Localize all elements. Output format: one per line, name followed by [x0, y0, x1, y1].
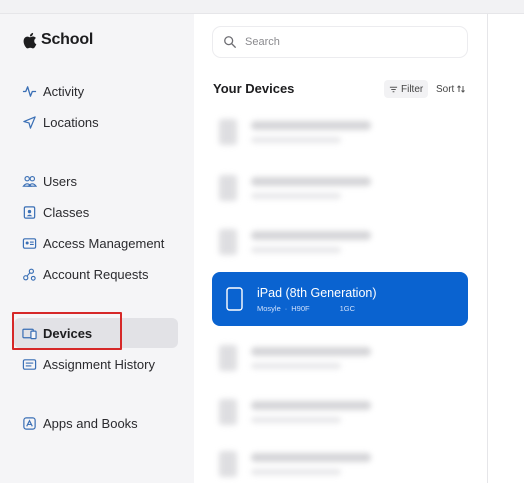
- sidebar-item-label: Classes: [43, 204, 90, 220]
- sort-label: Sort: [436, 83, 455, 95]
- detail-panel: [489, 14, 524, 483]
- sidebar-item-label: Activity: [43, 83, 85, 99]
- sidebar-item-label: Devices: [43, 325, 93, 341]
- blurred-text: [251, 121, 371, 143]
- location-arrow-icon: [20, 113, 38, 131]
- blurred-text: [251, 231, 371, 253]
- sidebar-item-classes[interactable]: Classes: [14, 197, 178, 227]
- sidebar-item-users[interactable]: Users: [14, 166, 178, 196]
- search-field[interactable]: [212, 26, 468, 58]
- search-input[interactable]: [245, 36, 445, 48]
- device-meta: Mosyle · H90F 1GC: [257, 304, 377, 313]
- apple-logo-icon: [23, 32, 37, 48]
- device-list-item[interactable]: [213, 332, 468, 384]
- classes-icon: [20, 203, 38, 221]
- brand: School: [22, 31, 93, 49]
- device-thumbnail: [219, 451, 237, 477]
- blurred-text: [251, 177, 371, 199]
- activity-icon: [20, 82, 38, 100]
- filter-button[interactable]: Filter: [384, 80, 429, 98]
- device-thumbnail: [219, 229, 237, 255]
- blurred-text: [251, 347, 371, 369]
- apps-books-icon: [20, 414, 38, 432]
- access-management-icon: [20, 234, 38, 252]
- sidebar-item-label: Users: [43, 173, 77, 189]
- sort-arrows-icon: [457, 85, 466, 93]
- sidebar-item-label: Locations: [43, 114, 99, 130]
- devices-icon: [20, 324, 38, 342]
- ipad-icon: [226, 287, 243, 311]
- device-list-item[interactable]: [213, 106, 468, 158]
- sidebar-item-label: Access Management: [43, 235, 165, 251]
- window-top-strip: [0, 0, 524, 14]
- sidebar-item-label: Assignment History: [43, 356, 155, 372]
- list-title: Your Devices: [213, 81, 295, 96]
- device-list-item[interactable]: [213, 162, 468, 214]
- search-icon: [224, 36, 236, 48]
- device-list-item[interactable]: [213, 438, 468, 483]
- device-thumbnail: [219, 399, 237, 425]
- sidebar-item-label: Apps and Books: [43, 415, 138, 431]
- device-thumbnail: [219, 345, 237, 371]
- device-name: iPad (8th Generation): [257, 285, 377, 300]
- sidebar-item-activity[interactable]: Activity: [14, 76, 178, 106]
- users-icon: [20, 172, 38, 190]
- device-meta-serial: H90F: [291, 303, 310, 313]
- sidebar-item-apps-and-books[interactable]: Apps and Books: [14, 408, 178, 438]
- device-thumbnail: [219, 175, 237, 201]
- assignment-history-icon: [20, 355, 38, 373]
- blurred-text: [251, 401, 371, 423]
- sidebar-item-label: Account Requests: [43, 266, 149, 282]
- device-list-panel: Your Devices Filter Sort iPad (8th Gener…: [194, 14, 488, 483]
- sidebar: School Activity Locations Users Classes …: [0, 14, 194, 483]
- sidebar-item-account-requests[interactable]: Account Requests: [14, 259, 178, 289]
- selected-device-item[interactable]: iPad (8th Generation) Mosyle · H90F 1GC: [212, 272, 468, 326]
- blurred-text: [251, 453, 371, 475]
- device-meta-mdm: Mosyle: [257, 303, 281, 313]
- sidebar-item-access-management[interactable]: Access Management: [14, 228, 178, 258]
- device-list-item[interactable]: [213, 216, 468, 268]
- device-list-item[interactable]: [213, 386, 468, 438]
- device-thumbnail: [219, 119, 237, 145]
- meta-separator: ·: [284, 303, 288, 313]
- sidebar-item-devices[interactable]: Devices: [14, 318, 178, 348]
- filter-icon: [389, 86, 398, 92]
- sidebar-item-assignment-history[interactable]: Assignment History: [14, 349, 178, 379]
- filter-label: Filter: [401, 83, 424, 95]
- device-meta-extra: 1GC: [339, 303, 356, 313]
- account-requests-icon: [20, 265, 38, 283]
- sidebar-item-locations[interactable]: Locations: [14, 107, 178, 137]
- brand-name: School: [41, 31, 94, 48]
- sort-button[interactable]: Sort: [436, 80, 466, 98]
